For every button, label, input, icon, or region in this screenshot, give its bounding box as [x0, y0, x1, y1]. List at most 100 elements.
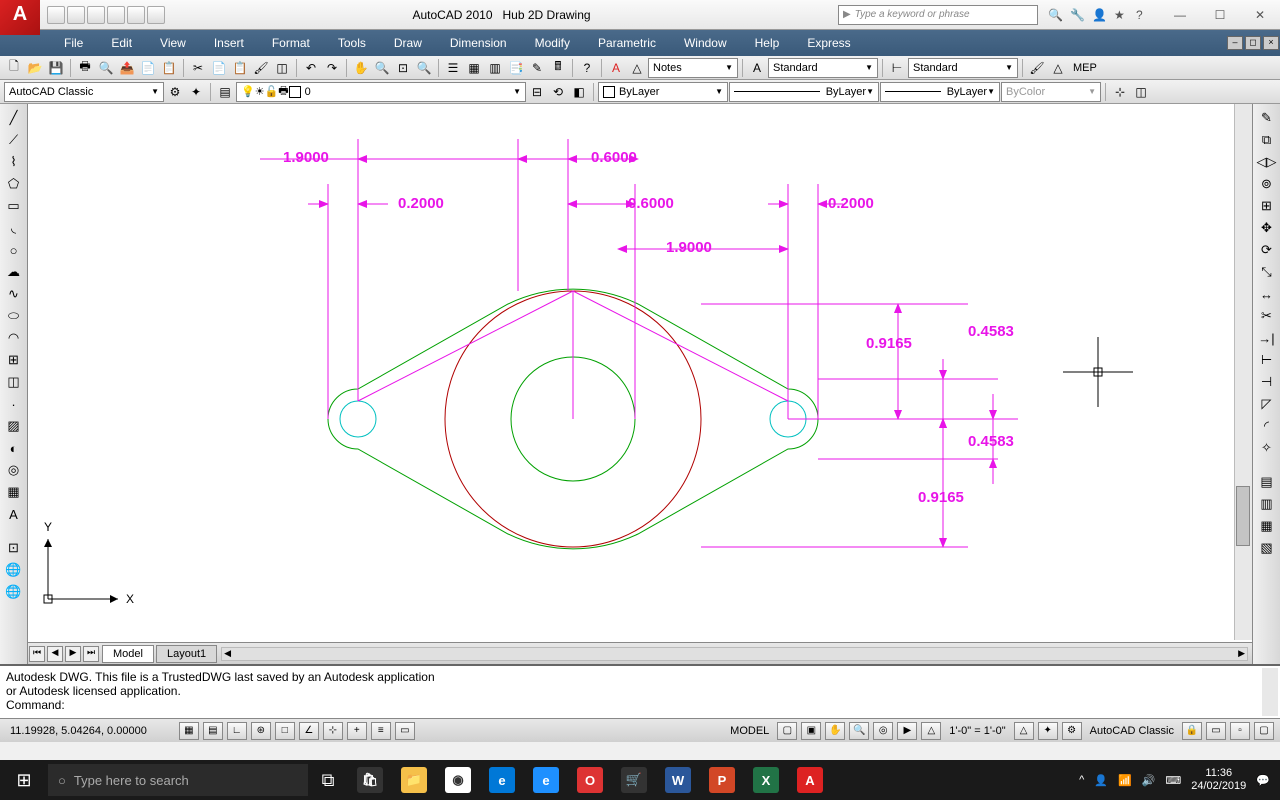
dyn-toggle[interactable]: +	[347, 722, 367, 740]
polygon-icon[interactable]: ⬠	[2, 174, 26, 194]
layer-mgr-icon[interactable]: ▤	[215, 82, 235, 102]
menu-view[interactable]: View	[146, 30, 200, 56]
taskbar-ie[interactable]: e	[524, 760, 568, 800]
horizontal-scrollbar[interactable]: ◀ ▶	[221, 647, 1248, 661]
circle-icon[interactable]: ○	[2, 240, 26, 260]
layer-select[interactable]: 💡 ☀ 🔓 🖶 0▼	[236, 82, 526, 102]
ortho-toggle[interactable]: ∟	[227, 722, 247, 740]
lwt-toggle[interactable]: ≡	[371, 722, 391, 740]
maximize-button[interactable]: ☐	[1200, 2, 1240, 28]
point-icon[interactable]: ·	[2, 394, 26, 414]
taskbar-search[interactable]: ○ Type here to search	[48, 764, 308, 796]
markup-icon[interactable]: ✎	[527, 58, 547, 78]
explode-icon[interactable]: ✧	[1255, 438, 1279, 458]
menu-express[interactable]: Express	[793, 30, 864, 56]
break-icon[interactable]: ⊢	[1255, 350, 1279, 370]
menu-draw[interactable]: Draw	[380, 30, 436, 56]
menu-insert[interactable]: Insert	[200, 30, 258, 56]
taskbar-clock[interactable]: 11:36 24/02/2019	[1191, 767, 1246, 793]
paste-icon[interactable]: 📋	[230, 58, 250, 78]
undo-icon[interactable]: ↶	[301, 58, 321, 78]
ws-gear-icon[interactable]: ⚙	[1062, 722, 1082, 740]
scale-icon[interactable]: ⤡	[1255, 262, 1279, 282]
rect-icon[interactable]: ▭	[2, 196, 26, 216]
qat-new[interactable]	[47, 6, 65, 24]
lock-ui-icon[interactable]: 🔒	[1182, 722, 1202, 740]
zoom2-icon[interactable]: 🔍	[849, 722, 869, 740]
app-logo[interactable]: A	[0, 0, 40, 35]
pal4-icon[interactable]: ▧	[1255, 538, 1279, 558]
xref-icon[interactable]: ⊡	[2, 538, 26, 558]
otrack-toggle[interactable]: ∠	[299, 722, 319, 740]
layer-state-icon[interactable]: ⊟	[527, 82, 547, 102]
taskbar-store2[interactable]: 🛒	[612, 760, 656, 800]
pal2-icon[interactable]: ▥	[1255, 494, 1279, 514]
lineweight-select[interactable]: ByLayer▼	[880, 82, 1000, 102]
dimstyle-select[interactable]: Standard▼	[908, 58, 1018, 78]
textstyle-select[interactable]: Standard▼	[768, 58, 878, 78]
anno-scale-icon[interactable]: △	[627, 58, 647, 78]
iso-icon[interactable]: ▫	[1230, 722, 1250, 740]
menu-edit[interactable]: Edit	[97, 30, 146, 56]
make-block-icon[interactable]: ◫	[2, 372, 26, 392]
polar-toggle[interactable]: ⊛	[251, 722, 271, 740]
spline-icon[interactable]: ∿	[2, 284, 26, 304]
preview-icon[interactable]: 🔍	[96, 58, 116, 78]
layer-prev-icon[interactable]: ⟲	[548, 82, 568, 102]
menu-window[interactable]: Window	[670, 30, 741, 56]
save-icon[interactable]: 💾	[46, 58, 66, 78]
snap-toggle[interactable]: ▦	[179, 722, 199, 740]
mep-icon[interactable]: △	[1048, 58, 1068, 78]
tab-first[interactable]: ⏮	[29, 646, 45, 662]
help2-icon[interactable]: ?	[577, 58, 597, 78]
model-tab[interactable]: Model	[102, 645, 154, 663]
open-icon[interactable]: 📂	[25, 58, 45, 78]
tray-net-icon[interactable]: 📶	[1118, 774, 1132, 787]
workspace-readout[interactable]: AutoCAD Classic	[1086, 725, 1178, 737]
task-view-icon[interactable]: ⧉	[308, 760, 348, 800]
zoom-rt-icon[interactable]: 🔍	[372, 58, 392, 78]
taskbar-edge[interactable]: e	[480, 760, 524, 800]
drawing-canvas[interactable]: X Y 1.9000	[28, 104, 1252, 664]
block-icon[interactable]: ◫	[272, 58, 292, 78]
taskbar-word[interactable]: W	[656, 760, 700, 800]
ssm-icon[interactable]: 📑	[506, 58, 526, 78]
annoauto-icon[interactable]: ✦	[1038, 722, 1058, 740]
qat-save[interactable]	[87, 6, 105, 24]
plot-icon[interactable]: 📄	[138, 58, 158, 78]
hardware-icon[interactable]: ▭	[1206, 722, 1226, 740]
copy2-icon[interactable]: ⧉	[1255, 130, 1279, 150]
pan-icon[interactable]: ✋	[351, 58, 371, 78]
region-icon[interactable]: ◎	[2, 460, 26, 480]
props-icon[interactable]: ☰	[443, 58, 463, 78]
fillet-icon[interactable]: ◜	[1255, 416, 1279, 436]
doc-minimize[interactable]: –	[1227, 36, 1243, 50]
new-icon[interactable]: 🗋	[4, 58, 24, 78]
tangent-tr[interactable]	[573, 291, 788, 401]
array-icon[interactable]: ⊞	[1255, 196, 1279, 216]
insert-icon[interactable]: ⊞	[2, 350, 26, 370]
close-button[interactable]: ✕	[1240, 2, 1280, 28]
plotstyle-select[interactable]: ByColor▼	[1001, 82, 1101, 102]
hatch-icon[interactable]: ▨	[2, 416, 26, 436]
menu-parametric[interactable]: Parametric	[584, 30, 670, 56]
comm-icon[interactable]: 🔧	[1070, 8, 1084, 22]
menu-modify[interactable]: Modify	[521, 30, 584, 56]
tab-next[interactable]: ▶	[65, 646, 81, 662]
qp-toggle[interactable]: ▭	[395, 722, 415, 740]
arc-icon[interactable]: ◟	[2, 218, 26, 238]
zoom-win-icon[interactable]: ⊡	[393, 58, 413, 78]
pal3-icon[interactable]: ▦	[1255, 516, 1279, 536]
menu-tools[interactable]: Tools	[324, 30, 380, 56]
cmd-scrollbar[interactable]	[1262, 668, 1278, 716]
print-icon[interactable]: 🖶	[75, 58, 95, 78]
line-icon[interactable]: ╱	[2, 108, 26, 128]
xline-icon[interactable]: ⟋	[2, 130, 26, 150]
qcalc-icon[interactable]: 🖩	[548, 58, 568, 78]
binoculars-icon[interactable]: 🔍	[1048, 8, 1062, 22]
ducs-toggle[interactable]: ⊹	[323, 722, 343, 740]
pline-icon[interactable]: ⌇	[2, 152, 26, 172]
anno-style-select[interactable]: Notes▼	[648, 58, 738, 78]
chamfer-icon[interactable]: ◸	[1255, 394, 1279, 414]
qat-redo[interactable]	[127, 6, 145, 24]
